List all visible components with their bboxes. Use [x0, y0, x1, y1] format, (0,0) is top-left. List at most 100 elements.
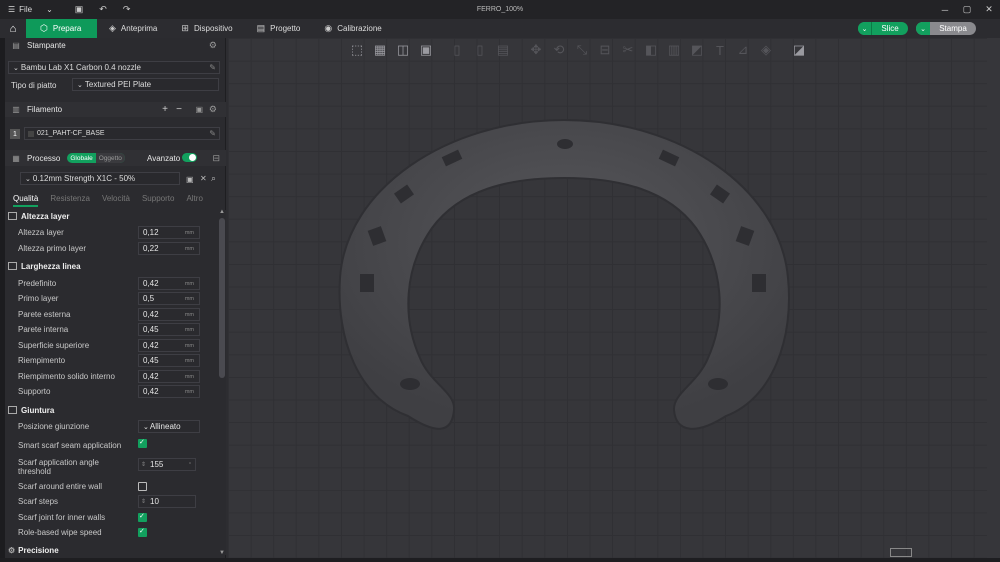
- setting-input[interactable]: 0,22 mm: [138, 242, 200, 255]
- plate-type-label: Tipo di piatto: [11, 81, 57, 90]
- tab-supporto[interactable]: Supporto: [142, 194, 174, 207]
- smart-scarf-checkbox[interactable]: [138, 438, 147, 448]
- undo-icon[interactable]: ↶: [91, 4, 115, 15]
- setting-label: Role-based wipe speed: [18, 528, 102, 537]
- scarf-steps-stepper[interactable]: ⇕ 10: [138, 495, 196, 508]
- tab-velocita[interactable]: Velocità: [102, 194, 130, 207]
- tab-qualita[interactable]: Qualità: [13, 194, 39, 207]
- view-options-icon[interactable]: ◪: [790, 42, 808, 58]
- scarf-inner-checkbox[interactable]: [138, 512, 147, 522]
- edit-icon[interactable]: ✎: [209, 129, 216, 138]
- setting-input[interactable]: 0,45 mm: [138, 323, 200, 336]
- settings-scrollbar[interactable]: ▲ ▼: [218, 209, 226, 556]
- filament-sync-icon[interactable]: ▣: [195, 105, 203, 114]
- tab-anteprima[interactable]: ◈ Anteprima: [97, 19, 169, 38]
- plate-type-select[interactable]: ⌄ Textured PEI Plate: [72, 78, 219, 91]
- scroll-down-icon[interactable]: ▼: [219, 550, 225, 556]
- setting-input[interactable]: 0,42 mm: [138, 339, 200, 352]
- navigation-cube-icon[interactable]: [890, 548, 912, 557]
- add-icon[interactable]: +: [162, 104, 168, 115]
- tab-prepara[interactable]: ⬡ Prepara: [26, 19, 97, 38]
- arrange-icon[interactable]: ▣: [417, 42, 435, 58]
- close-icon[interactable]: ✕: [978, 0, 1000, 19]
- add-object-icon[interactable]: ⬚: [348, 42, 366, 58]
- print-button[interactable]: ⌄ Stampa: [916, 22, 976, 35]
- rotate-icon[interactable]: ⟲: [550, 42, 568, 58]
- setting-input[interactable]: 0,42 mm: [138, 308, 200, 321]
- flatten-icon[interactable]: ⊟: [596, 42, 614, 58]
- unit-label: mm: [184, 388, 194, 395]
- filament-select[interactable]: 021_PAHT-CF_BASE ✎: [24, 127, 220, 140]
- gear-icon[interactable]: ⚙: [209, 40, 217, 51]
- printer-select[interactable]: ⌄ Bambu Lab X1 Carbon 0.4 nozzle ✎: [8, 61, 220, 74]
- seam-icon: [8, 406, 17, 414]
- setting-label: Supporto: [18, 387, 51, 396]
- measure-icon[interactable]: ⊿: [734, 42, 752, 58]
- boolean-icon[interactable]: ◧: [642, 42, 660, 58]
- global-toggle[interactable]: Globale Oggetto: [67, 153, 125, 163]
- edit-icon[interactable]: ✎: [209, 63, 216, 72]
- layout-icon[interactable]: ▯: [471, 42, 489, 58]
- 3d-viewport[interactable]: ⬚ ▦ ◫ ▣ ▯ ▯ ▤ ✥ ⟲ ⤡ ⊟ ✂ ◧ ▥ ◩ T ⊿ ◈ ◪: [228, 38, 987, 559]
- maximize-icon[interactable]: ▢: [956, 0, 978, 19]
- setting-label: Scarf joint for inner walls: [18, 513, 106, 522]
- file-menu[interactable]: ☰ File ⌄: [0, 5, 61, 14]
- cube-icon: ⬡: [40, 23, 48, 33]
- role-wipe-checkbox[interactable]: [138, 527, 147, 537]
- horseshoe-model[interactable]: [228, 38, 987, 559]
- text-icon[interactable]: T: [711, 42, 729, 58]
- slice-button[interactable]: ⌄ Slice: [858, 22, 908, 35]
- tab-dispositivo[interactable]: ⊞ Dispositivo: [169, 19, 244, 38]
- close-icon[interactable]: ✕: [200, 174, 207, 183]
- setting-row: Role-based wipe speed: [18, 525, 208, 540]
- setting-input[interactable]: 0,42 mm: [138, 277, 200, 290]
- setting-input[interactable]: 0,42 mm: [138, 370, 200, 383]
- grid-icon[interactable]: ▦: [371, 42, 389, 58]
- setting-input[interactable]: 0,42 mm: [138, 385, 200, 398]
- home-icon[interactable]: ⌂: [0, 19, 26, 38]
- move-icon[interactable]: ✥: [527, 42, 545, 58]
- remove-icon[interactable]: −: [176, 104, 182, 115]
- advanced-toggle[interactable]: [182, 153, 197, 162]
- redo-icon[interactable]: ↷: [115, 4, 139, 15]
- cut-icon[interactable]: ✂: [619, 42, 637, 58]
- assembly-icon[interactable]: ◈: [757, 42, 775, 58]
- orient-icon[interactable]: ◫: [394, 42, 412, 58]
- seam-position-select[interactable]: ⌄ Allineato: [138, 420, 200, 433]
- scarf-around-checkbox[interactable]: [138, 482, 147, 491]
- compare-icon[interactable]: ⊟: [212, 153, 220, 164]
- tab-progetto[interactable]: ▤ Progetto: [245, 19, 313, 38]
- plate-icon[interactable]: ▤: [494, 42, 512, 58]
- scale-icon[interactable]: ⤡: [573, 42, 591, 58]
- split-icon[interactable]: ▯: [448, 42, 466, 58]
- support-paint-icon[interactable]: ▥: [665, 42, 683, 58]
- save-profile-icon[interactable]: ▣: [186, 175, 194, 184]
- setting-input[interactable]: 0,45 mm: [138, 354, 200, 367]
- scarf-angle-stepper[interactable]: ⇕ 155 °: [138, 458, 196, 471]
- chevron-down-icon[interactable]: ⌄: [858, 22, 872, 35]
- search-icon[interactable]: ⌕: [211, 173, 216, 184]
- process-profile-select[interactable]: ⌄ 0.12mm Strength X1C - 50%: [20, 172, 180, 185]
- layers-icon: ◈: [109, 23, 116, 33]
- gear-icon[interactable]: ⚙: [209, 104, 217, 115]
- setting-label: Primo layer: [18, 294, 59, 303]
- tab-resistenza[interactable]: Resistenza: [50, 194, 90, 207]
- scrollbar-thumb[interactable]: [219, 218, 225, 378]
- setting-input[interactable]: 0,12 mm: [138, 226, 200, 239]
- stepper-arrows-icon[interactable]: ⇕: [141, 498, 146, 505]
- process-profile: 0.12mm Strength X1C - 50%: [32, 174, 136, 183]
- setting-label: Altezza layer: [18, 228, 64, 237]
- setting-input[interactable]: 0,5 mm: [138, 292, 200, 305]
- setting-value: 0,42: [143, 372, 159, 381]
- group-layer-height: Altezza layer: [8, 209, 213, 223]
- tab-calibrazione[interactable]: ◉ Calibrazione: [312, 19, 393, 38]
- stepper-arrows-icon[interactable]: ⇕: [141, 461, 146, 468]
- save-icon[interactable]: ▣: [67, 4, 92, 15]
- tab-altro[interactable]: Altro: [186, 194, 202, 207]
- printer-icon: ▤: [12, 41, 20, 50]
- chevron-down-icon[interactable]: ⌄: [916, 22, 930, 35]
- scroll-up-icon[interactable]: ▲: [219, 209, 225, 215]
- seam-paint-icon[interactable]: ◩: [688, 42, 706, 58]
- minimize-icon[interactable]: ─: [934, 0, 956, 19]
- group-title: Giuntura: [21, 405, 55, 415]
